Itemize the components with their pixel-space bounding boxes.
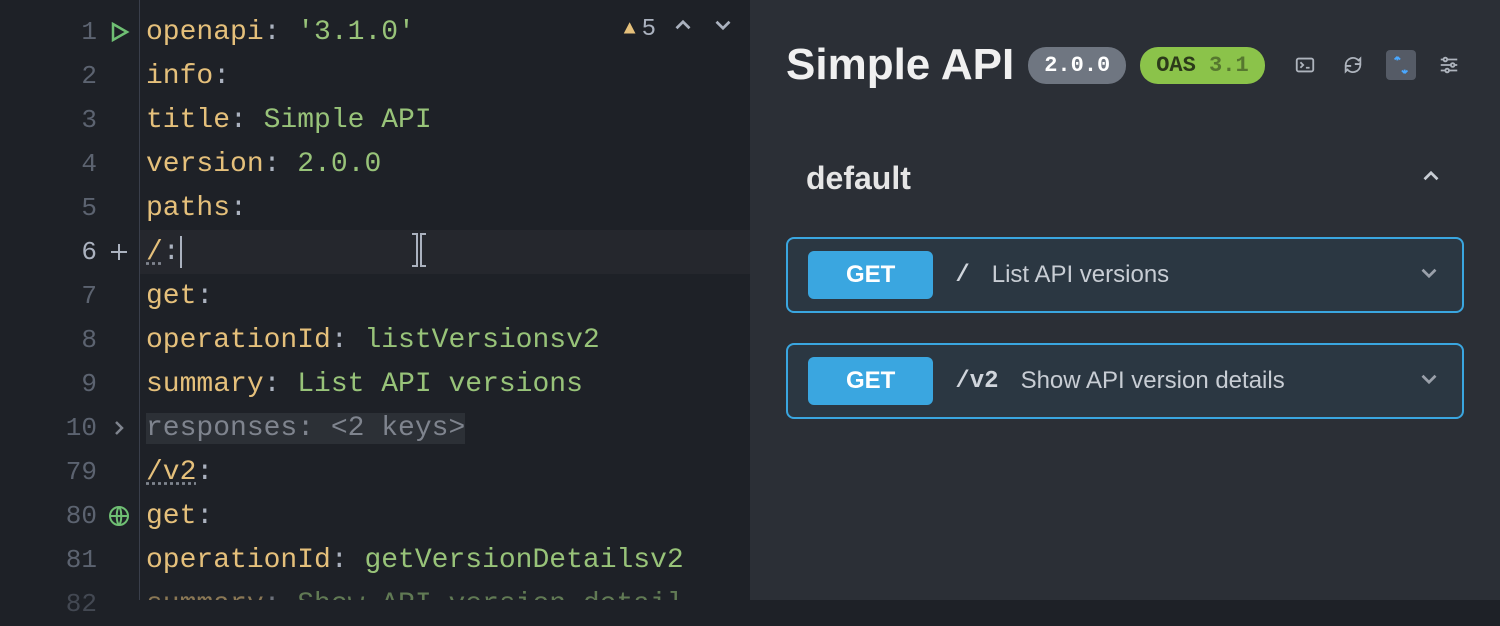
api-title: Simple API bbox=[786, 40, 1014, 90]
fold-chevron-icon[interactable] bbox=[107, 416, 131, 440]
line-number: 81 bbox=[66, 545, 97, 575]
endpoint-row[interactable]: GET /v2 Show API version details bbox=[786, 343, 1464, 419]
code-line[interactable]: get: bbox=[140, 274, 750, 318]
gutter-row[interactable]: 82 bbox=[0, 582, 139, 626]
chevron-up-icon[interactable] bbox=[1418, 163, 1444, 194]
line-number: 9 bbox=[81, 369, 97, 399]
line-number: 3 bbox=[81, 105, 97, 135]
code-line[interactable]: summary: List API versions bbox=[140, 362, 750, 406]
gutter-row[interactable]: 80 bbox=[0, 494, 139, 538]
line-number: 80 bbox=[66, 501, 97, 531]
version-badge: 2.0.0 bbox=[1028, 47, 1126, 84]
gutter-row[interactable]: 79 bbox=[0, 450, 139, 494]
gutter-row[interactable]: 9 bbox=[0, 362, 139, 406]
code-line[interactable]: get: bbox=[140, 494, 750, 538]
editor-status-bar: ▲ 5 bbox=[624, 12, 736, 46]
oas-badge: OAS 3.1 bbox=[1140, 47, 1264, 84]
code-line[interactable]: title: Simple API bbox=[140, 98, 750, 142]
terminal-icon[interactable] bbox=[1290, 50, 1320, 80]
code-line-active[interactable]: /: bbox=[140, 230, 750, 274]
gutter-row[interactable]: 6 bbox=[0, 230, 139, 274]
warnings-count: 5 bbox=[642, 16, 656, 43]
section-title: default bbox=[806, 160, 911, 197]
preview-toolbar bbox=[1290, 50, 1464, 80]
code-line[interactable]: summary: Show API version detail bbox=[140, 582, 750, 600]
next-problem-button[interactable] bbox=[710, 12, 736, 46]
line-number: 7 bbox=[81, 281, 97, 311]
section-header[interactable]: default bbox=[786, 160, 1464, 197]
play-icon[interactable] bbox=[107, 20, 131, 44]
globe-icon[interactable] bbox=[107, 504, 131, 528]
gutter-row[interactable]: 4 bbox=[0, 142, 139, 186]
gutter-row[interactable]: 81 bbox=[0, 538, 139, 582]
code-line[interactable]: /v2: bbox=[140, 450, 750, 494]
api-preview-pane: Simple API 2.0.0 OAS 3.1 default GET / L… bbox=[750, 0, 1500, 600]
gutter-row[interactable]: 8 bbox=[0, 318, 139, 362]
line-number: 4 bbox=[81, 149, 97, 179]
settings-icon[interactable] bbox=[1434, 50, 1464, 80]
endpoint-path: / bbox=[955, 262, 969, 289]
editor-gutter: 1 2 3 4 5 6 7 8 9 10 79 80 bbox=[0, 0, 140, 600]
line-number: 5 bbox=[81, 193, 97, 223]
code-editor-pane: 1 2 3 4 5 6 7 8 9 10 79 80 bbox=[0, 0, 750, 600]
gutter-row[interactable]: 7 bbox=[0, 274, 139, 318]
line-number: 10 bbox=[66, 413, 97, 443]
gutter-row[interactable]: 10 bbox=[0, 406, 139, 450]
line-number: 79 bbox=[66, 457, 97, 487]
line-number: 8 bbox=[81, 325, 97, 355]
gutter-row[interactable]: 5 bbox=[0, 186, 139, 230]
endpoint-path: /v2 bbox=[955, 368, 998, 395]
refresh-icon[interactable] bbox=[1338, 50, 1368, 80]
sync-icon[interactable] bbox=[1386, 50, 1416, 80]
code-area[interactable]: openapi: '3.1.0' info: title: Simple API… bbox=[140, 0, 750, 600]
code-line[interactable]: version: 2.0.0 bbox=[140, 142, 750, 186]
http-method-badge: GET bbox=[808, 251, 933, 299]
code-line[interactable]: info: bbox=[140, 54, 750, 98]
gutter-row[interactable]: 1 bbox=[0, 10, 139, 54]
endpoint-row[interactable]: GET / List API versions bbox=[786, 237, 1464, 313]
http-method-badge: GET bbox=[808, 357, 933, 405]
code-line[interactable]: operationId: getVersionDetailsv2 bbox=[140, 538, 750, 582]
line-number: 6 bbox=[81, 237, 97, 267]
line-number: 82 bbox=[66, 589, 97, 619]
preview-header: Simple API 2.0.0 OAS 3.1 bbox=[786, 40, 1464, 90]
endpoint-summary: Show API version details bbox=[1021, 367, 1285, 395]
prev-problem-button[interactable] bbox=[670, 12, 696, 46]
chevron-down-icon[interactable] bbox=[1416, 260, 1442, 291]
text-cursor bbox=[180, 236, 182, 268]
code-line[interactable]: paths: bbox=[140, 186, 750, 230]
code-line[interactable]: operationId: listVersionsv2 bbox=[140, 318, 750, 362]
endpoint-summary: List API versions bbox=[992, 261, 1169, 289]
warning-icon: ▲ bbox=[624, 18, 636, 41]
code-line[interactable]: responses: <2 keys> bbox=[140, 406, 750, 450]
add-icon[interactable] bbox=[107, 240, 131, 264]
gutter-row[interactable]: 3 bbox=[0, 98, 139, 142]
warnings-badge[interactable]: ▲ 5 bbox=[624, 16, 656, 43]
line-number: 1 bbox=[81, 17, 97, 47]
line-number: 2 bbox=[81, 61, 97, 91]
chevron-down-icon[interactable] bbox=[1416, 366, 1442, 397]
gutter-row[interactable]: 2 bbox=[0, 54, 139, 98]
folded-region[interactable]: responses: <2 keys> bbox=[146, 413, 465, 444]
